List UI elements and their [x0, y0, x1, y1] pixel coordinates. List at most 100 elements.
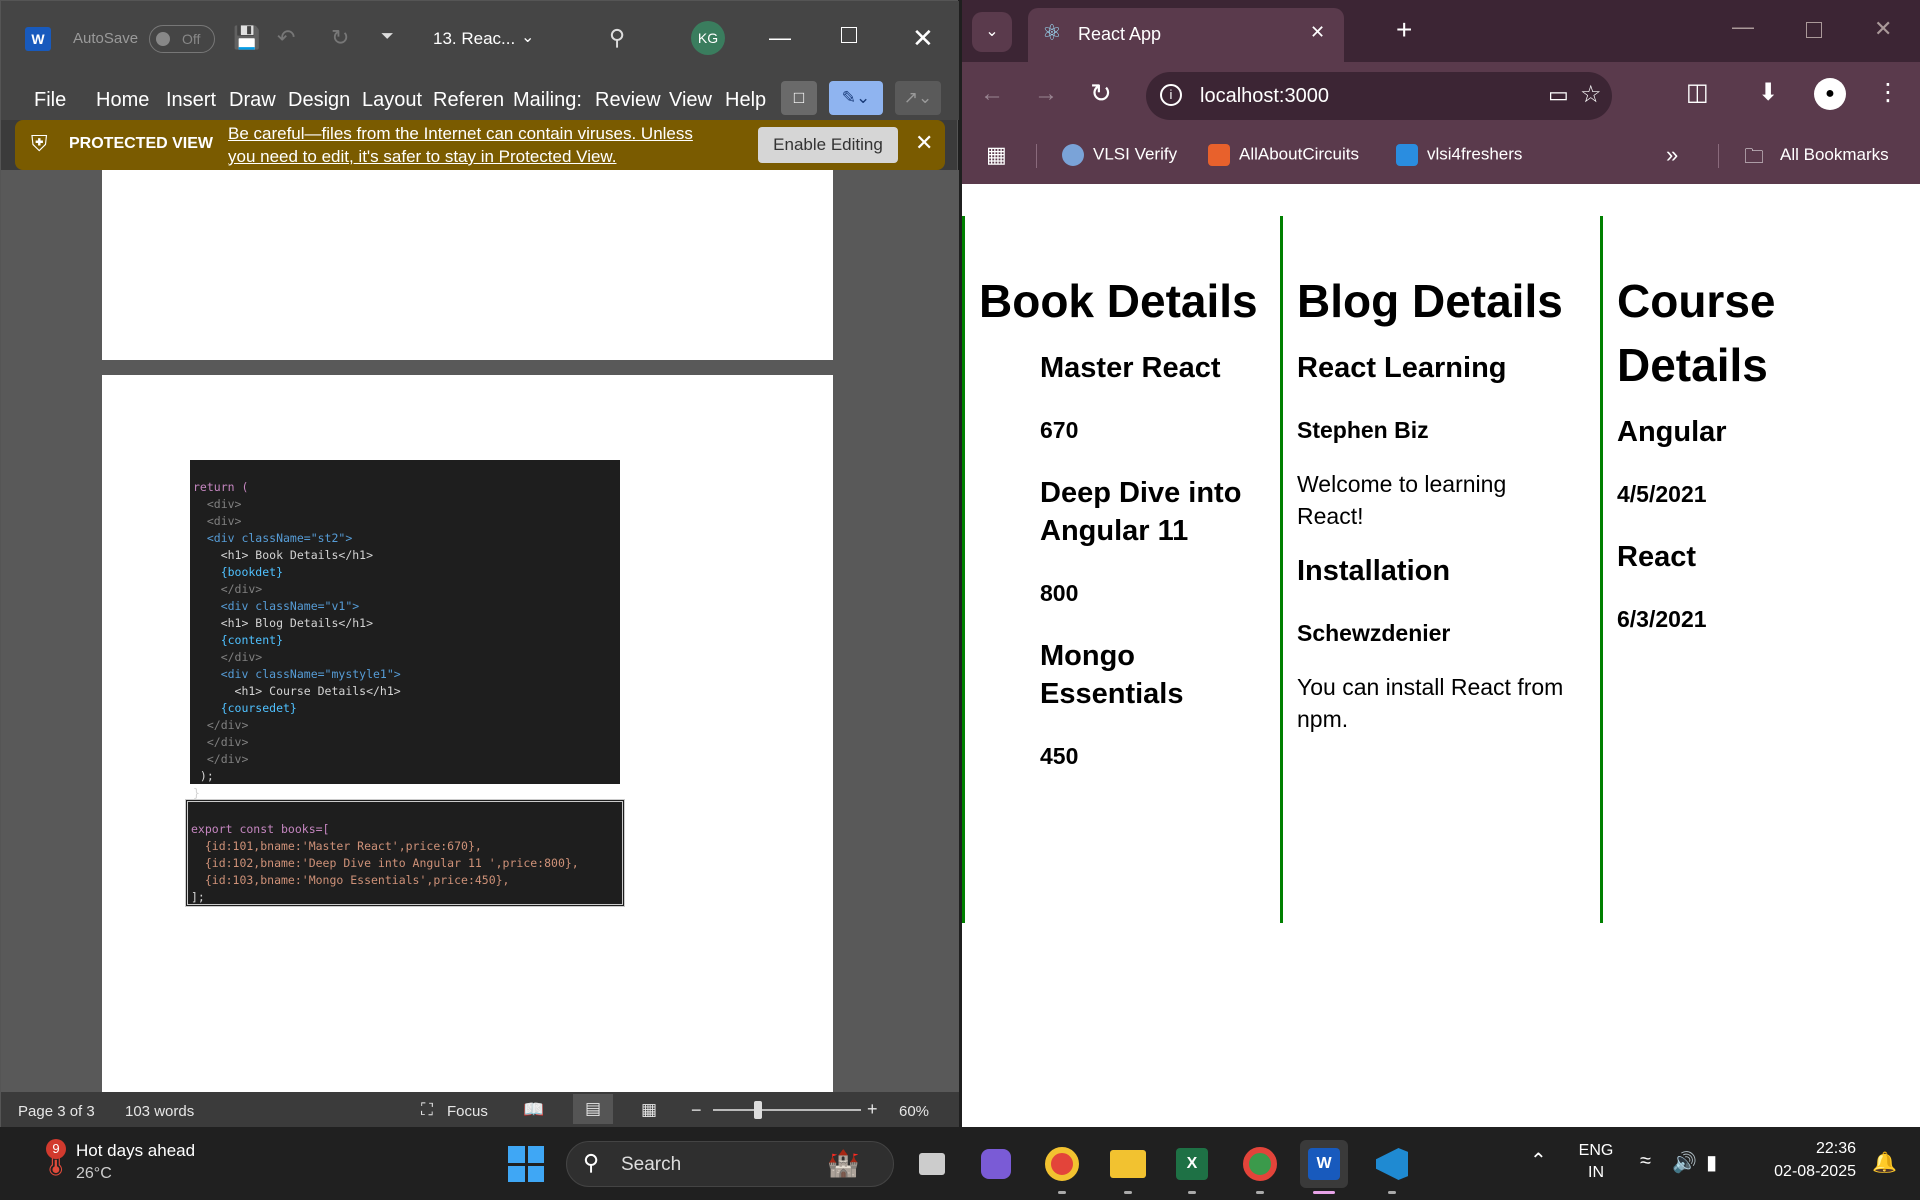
autosave-state: Off: [182, 31, 201, 47]
folder-icon: 🗀: [1744, 146, 1764, 168]
web-layout-icon[interactable]: ▦: [641, 1100, 657, 1120]
print-layout-icon[interactable]: ▤: [573, 1094, 613, 1124]
tab-home[interactable]: Home: [96, 89, 149, 112]
maximize-icon[interactable]: [841, 27, 857, 43]
tab-design[interactable]: Design: [288, 89, 350, 112]
protected-message-line1[interactable]: Be careful—files from the Internet can c…: [228, 124, 693, 144]
browser-maximize-icon[interactable]: [1806, 22, 1822, 38]
profile-avatar[interactable]: ●: [1814, 78, 1846, 110]
new-tab-icon[interactable]: +: [1396, 14, 1412, 46]
copilot-icon[interactable]: [972, 1140, 1020, 1188]
tab-layout[interactable]: Layout: [362, 89, 422, 112]
wifi-icon[interactable]: ≈: [1640, 1150, 1651, 1173]
task-view-icon[interactable]: [908, 1140, 956, 1188]
vscode-icon[interactable]: [1368, 1140, 1416, 1194]
chrome-icon[interactable]: [1038, 1140, 1086, 1194]
zoom-out-icon[interactable]: −: [691, 1100, 702, 1121]
browser-minimize-icon[interactable]: —: [1732, 14, 1754, 40]
user-avatar[interactable]: KG: [691, 21, 725, 55]
address-bar[interactable]: i localhost:3000 ▭ ☆: [1146, 72, 1612, 120]
search-icon[interactable]: ⚲: [609, 27, 625, 49]
document-name[interactable]: 13. Reac...: [433, 29, 515, 49]
site-info-icon[interactable]: i: [1160, 84, 1182, 106]
menu-kebab-icon[interactable]: ⋮: [1876, 78, 1900, 107]
file-explorer-icon[interactable]: [1104, 1140, 1152, 1194]
clock[interactable]: 22:36 02-08-2025: [1756, 1140, 1856, 1181]
focus-icon[interactable]: ⛶: [421, 1100, 433, 1120]
more-bookmarks-icon[interactable]: »: [1666, 142, 1678, 168]
notifications-icon[interactable]: 🔔: [1872, 1150, 1897, 1175]
browser-close-icon[interactable]: ✕: [1874, 16, 1892, 42]
all-bookmarks-link[interactable]: All Bookmarks: [1780, 145, 1889, 165]
tab-draw[interactable]: Draw: [229, 89, 276, 112]
doc-name-chevron-icon[interactable]: ⌄: [521, 27, 534, 47]
tab-close-icon[interactable]: ✕: [1310, 22, 1325, 43]
blog-title: React Learning: [1297, 352, 1507, 384]
battery-icon[interactable]: ▮: [1706, 1150, 1717, 1175]
protected-view-label: PROTECTED VIEW: [69, 135, 214, 152]
protected-message-line2[interactable]: you need to edit, it's safer to stay in …: [228, 147, 617, 167]
install-app-icon[interactable]: ▭: [1548, 82, 1569, 108]
autosave-toggle[interactable]: Off: [149, 25, 215, 53]
extensions-icon[interactable]: ◫: [1686, 78, 1709, 107]
undo-icon[interactable]: ↶: [277, 27, 295, 49]
read-mode-icon[interactable]: 📖: [523, 1100, 544, 1120]
tab-search-button[interactable]: ⌄: [972, 12, 1012, 52]
tab-file[interactable]: File: [34, 89, 66, 112]
bookmark-allaboutcircuits[interactable]: AllAboutCircuits: [1208, 144, 1359, 166]
weather-widget[interactable]: 🌡 9 Hot days ahead 26°C: [26, 1137, 216, 1189]
zoom-slider[interactable]: [713, 1101, 861, 1119]
start-icon[interactable]: [502, 1140, 550, 1188]
minimize-icon[interactable]: —: [769, 25, 791, 51]
back-icon[interactable]: ←: [980, 80, 1004, 108]
bookmark-vlsi-verify[interactable]: VLSI Verify: [1062, 144, 1177, 166]
tab-references[interactable]: Referenc: [433, 89, 503, 112]
comments-button[interactable]: □: [781, 81, 817, 115]
bookmark-vlsi4freshers[interactable]: vlsi4freshers: [1396, 144, 1522, 166]
page-viewport: Book Details Master React 670 Deep Dive …: [962, 184, 1920, 1127]
zoom-in-icon[interactable]: +: [867, 1099, 878, 1120]
bookmarks-bar: ▦ VLSI Verify AllAboutCircuits vlsi4fres…: [962, 130, 1920, 184]
focus-label[interactable]: Focus: [447, 1103, 488, 1120]
chrome-profile-icon[interactable]: [1236, 1140, 1284, 1194]
document-canvas[interactable]: return ( <div> <div> <div className="st2…: [1, 170, 959, 1092]
book-details-heading: Book Details: [979, 275, 1258, 327]
language-indicator[interactable]: ENG IN: [1578, 1142, 1614, 1182]
tab-mailings[interactable]: Mailing:: [513, 89, 583, 112]
page-count[interactable]: Page 3 of 3: [18, 1103, 95, 1120]
word-count[interactable]: 103 words: [125, 1103, 194, 1120]
tab-review[interactable]: Review: [595, 89, 661, 112]
weather-badge: 9: [46, 1139, 66, 1159]
share-button[interactable]: ↗⌄: [895, 81, 941, 115]
enable-editing-button[interactable]: Enable Editing: [758, 127, 898, 163]
taskbar-search-box[interactable]: ⚲ Search 🏰: [566, 1141, 894, 1187]
editing-mode-button[interactable]: ✎⌄: [829, 81, 883, 115]
save-icon[interactable]: 💾: [233, 27, 260, 49]
word-taskbar-icon[interactable]: W: [1300, 1140, 1348, 1194]
vlsi4freshers-icon: [1396, 144, 1418, 166]
dismiss-close-icon[interactable]: ✕: [915, 130, 933, 156]
forward-icon[interactable]: →: [1034, 80, 1058, 108]
taskbar: 🌡 9 Hot days ahead 26°C: [0, 1127, 1920, 1200]
zoom-level[interactable]: 60%: [899, 1103, 929, 1120]
course-item: Angular 4/5/2021: [1617, 413, 1900, 508]
volume-icon[interactable]: 🔊: [1672, 1150, 1697, 1175]
book-details-column: Book Details Master React 670 Deep Dive …: [962, 216, 1279, 923]
tab-help[interactable]: Help: [725, 89, 766, 112]
excel-icon[interactable]: X: [1168, 1140, 1216, 1194]
redo-icon[interactable]: ↻: [331, 27, 349, 49]
tab-insert[interactable]: Insert: [166, 89, 216, 112]
bookmark-star-icon[interactable]: ☆: [1580, 80, 1602, 109]
close-icon[interactable]: ✕: [912, 23, 934, 54]
status-bar: Page 3 of 3 103 words ⛶ Focus 📖 ▤ ▦ − + …: [1, 1092, 959, 1128]
reload-icon[interactable]: ↻: [1090, 78, 1112, 109]
tab-react-app[interactable]: ⚛ React App ✕: [1028, 8, 1344, 62]
blog-author: Schewzdenier: [1297, 620, 1451, 646]
tab-view[interactable]: View: [669, 89, 712, 112]
show-hidden-icons-icon[interactable]: ⌃: [1530, 1148, 1547, 1173]
apps-grid-icon[interactable]: ▦: [986, 142, 1007, 168]
downloads-icon[interactable]: ⬇: [1758, 78, 1778, 107]
url-text[interactable]: localhost:3000: [1200, 85, 1329, 108]
customize-qat-icon[interactable]: ⏷: [381, 29, 394, 45]
course-date: 4/5/2021: [1617, 481, 1707, 507]
